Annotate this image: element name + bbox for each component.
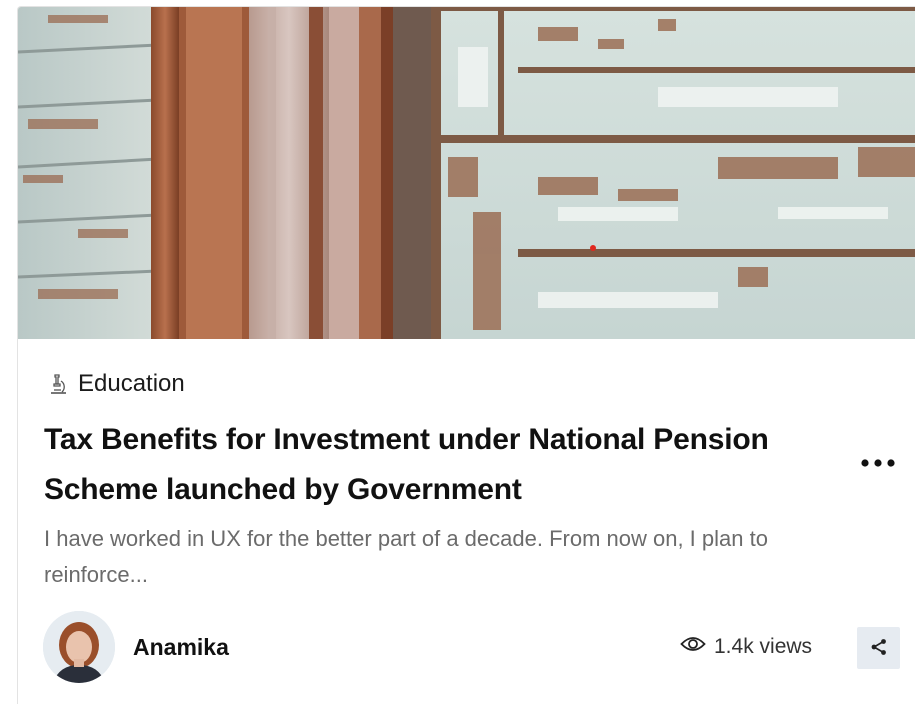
hero-image[interactable]: [18, 7, 915, 339]
views-label: 1.4k views: [714, 635, 813, 658]
share-button[interactable]: [857, 627, 900, 669]
category[interactable]: Education: [48, 369, 185, 399]
author-info[interactable]: Anamika: [43, 611, 229, 683]
article-card[interactable]: Education Tax Benefits for Investment un…: [17, 6, 915, 704]
category-label: Education: [78, 370, 185, 397]
microscope-icon: [48, 373, 68, 395]
article-title[interactable]: Tax Benefits for Investment under Nation…: [44, 415, 834, 515]
more-options-button[interactable]: [858, 449, 898, 479]
view-count: 1.4k views: [680, 635, 812, 659]
author-avatar[interactable]: [43, 611, 115, 683]
article-excerpt: I have worked in UX for the better part …: [44, 526, 768, 587]
eye-icon: [680, 635, 706, 659]
more-dots-icon: [860, 455, 896, 473]
share-icon: [870, 638, 888, 659]
author-name[interactable]: Anamika: [133, 634, 229, 661]
